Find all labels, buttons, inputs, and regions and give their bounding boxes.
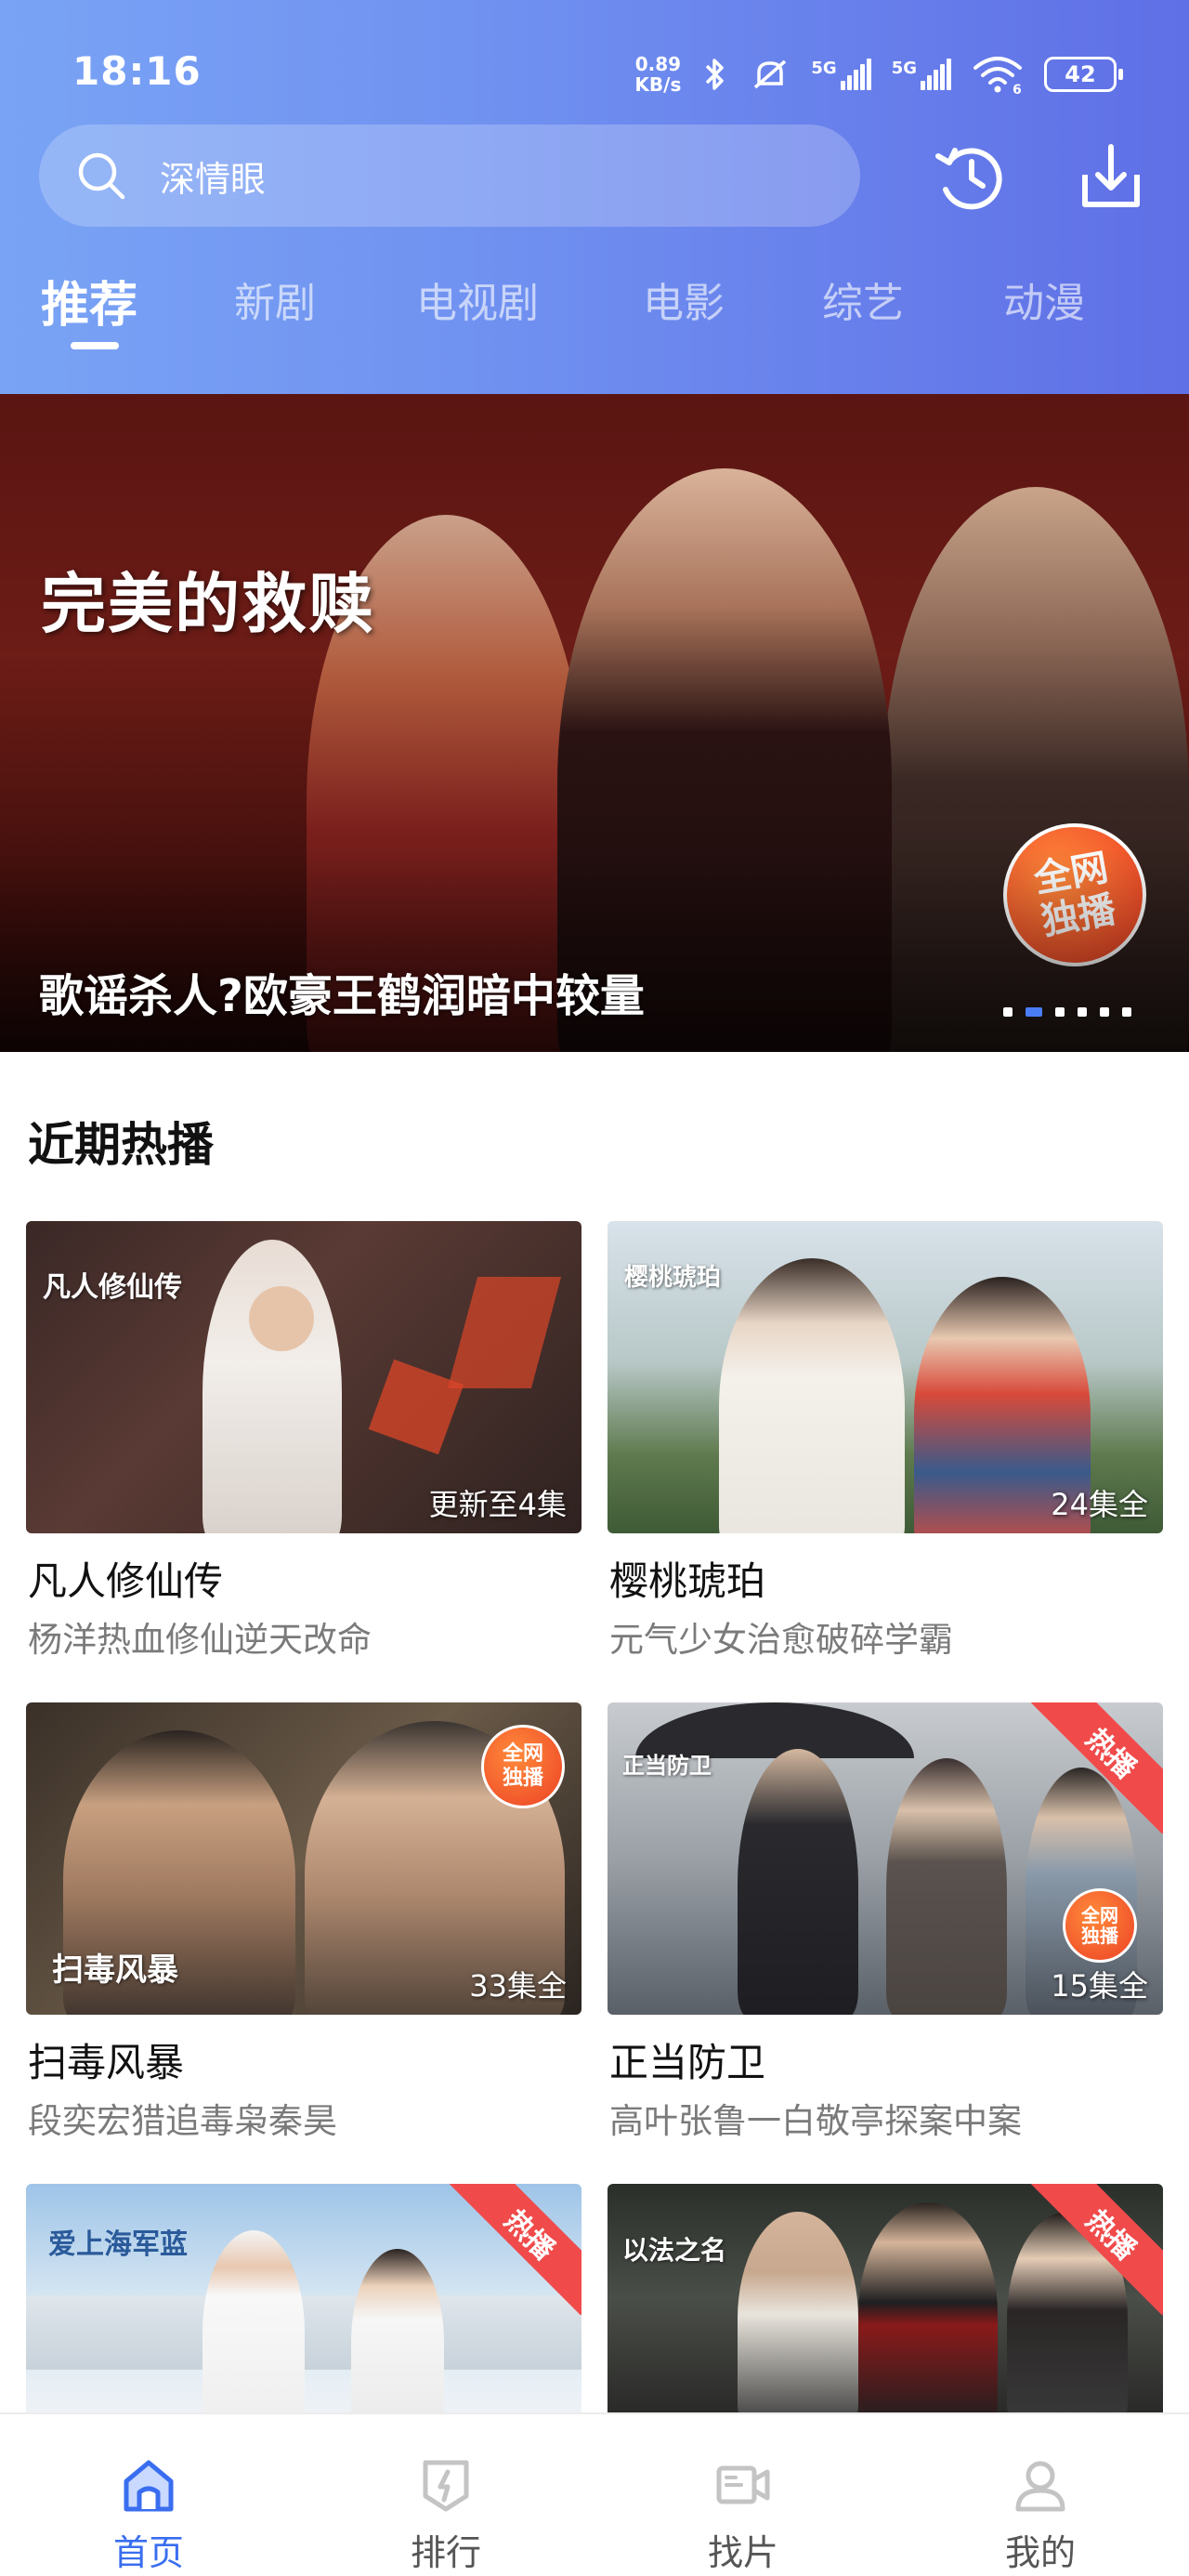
exclusive-badge-line2: 独播 — [502, 1767, 543, 1790]
show-card-fanren[interactable]: 凡人修仙传 更新至4集 凡人修仙传 杨洋热血修仙逆天改命 — [26, 1221, 581, 1660]
exclusive-badge-line2: 独播 — [1081, 1925, 1118, 1947]
mute-icon — [754, 59, 787, 89]
download-icon[interactable] — [1072, 138, 1150, 216]
show-card-yifa[interactable]: 以法之名 热播 — [608, 2184, 1163, 2412]
hero-banner[interactable]: 完美的救赎 全网 独播 歌谣杀人?欧豪王鹤润暗中较量 — [0, 394, 1189, 1052]
show-logo: 爱上海军蓝 — [48, 2228, 188, 2261]
tab-anime[interactable]: 动漫 — [1003, 269, 1085, 329]
video-search-icon — [716, 2465, 770, 2504]
show-thumbnail: 正当防卫 全网 独播 热播 15集全 — [608, 1702, 1163, 2015]
status-time: 18:16 — [72, 48, 202, 94]
history-icon[interactable] — [931, 138, 1009, 216]
tab-tv-series[interactable]: 电视剧 — [416, 269, 539, 329]
status-icons: 0.89 KB/s 5G 5G 6 42 — [634, 48, 1123, 100]
battery-level: 42 — [1065, 61, 1096, 87]
pagination-dot — [1055, 1007, 1065, 1017]
episode-count: 15集全 — [1051, 1968, 1148, 2004]
show-thumbnail: 扫毒风暴 全网 独播 33集全 — [26, 1702, 581, 2015]
show-subtitle: 高叶张鲁一白敬亭探案中案 — [609, 2101, 1022, 2141]
episode-count: 24集全 — [1051, 1487, 1148, 1522]
pagination-dot — [1100, 1007, 1109, 1017]
profile-icon — [1015, 2461, 1065, 2512]
signal-2-icon: 5G — [892, 59, 951, 90]
banner-caption: 歌谣杀人?欧豪王鹤润暗中较量 — [39, 970, 645, 1022]
category-tabs: 推荐 新剧 电视剧 电影 综艺 动漫 — [0, 269, 1189, 362]
pagination-dot — [1078, 1007, 1087, 1017]
header: 18:16 0.89 KB/s 5G 5G 6 42 深情眼 推荐 新剧 电视剧… — [0, 0, 1189, 394]
tab-recommend[interactable]: 推荐 — [41, 266, 137, 335]
show-logo: 以法之名 — [622, 2235, 727, 2266]
pagination-dot-active — [1026, 1007, 1042, 1017]
bluetooth-icon — [706, 59, 725, 90]
show-card-zhengdang[interactable]: 正当防卫 全网 独播 热播 15集全 正当防卫 高叶张鲁一白敬亭探案中案 — [608, 1702, 1163, 2141]
exclusive-badge-line1: 全网 — [502, 1742, 543, 1766]
nav-ranking[interactable]: 排行 — [297, 2414, 594, 2576]
tab-variety[interactable]: 综艺 — [822, 269, 904, 329]
section-title: 近期热播 — [28, 1118, 214, 1172]
show-thumbnail: 凡人修仙传 更新至4集 — [26, 1221, 581, 1533]
show-logo: 凡人修仙传 — [43, 1271, 182, 1304]
ranking-icon — [423, 2460, 469, 2512]
show-logo: 樱桃琥珀 — [624, 1264, 722, 1292]
exclusive-badge: 全网 独播 — [1063, 1888, 1137, 1963]
signal-1-tag: 5G — [811, 59, 837, 78]
search-input[interactable]: 深情眼 — [39, 125, 860, 227]
home-icon — [124, 2460, 174, 2512]
show-title: 樱桃琥珀 — [609, 1558, 766, 1604]
nav-label: 排行 — [410, 2532, 481, 2573]
search-icon — [78, 152, 125, 200]
nav-label: 我的 — [1004, 2532, 1076, 2573]
show-thumbnail: 樱桃琥珀 24集全 — [608, 1221, 1163, 1533]
show-logo: 扫毒风暴 — [52, 1952, 178, 1989]
net-speed-value: 0.89 — [634, 53, 682, 75]
battery-icon: 42 — [1044, 57, 1123, 92]
episode-count: 33集全 — [469, 1968, 567, 2004]
show-thumbnail: 以法之名 热播 — [608, 2184, 1163, 2412]
pagination-dot — [1122, 1007, 1131, 1017]
nav-profile[interactable]: 我的 — [892, 2414, 1189, 2576]
wifi-tag: 6 — [1013, 83, 1022, 94]
exclusive-badge: 全网 独播 — [481, 1725, 565, 1808]
show-title: 凡人修仙传 — [28, 1558, 224, 1604]
tab-new-drama[interactable]: 新剧 — [234, 269, 316, 329]
nav-label: 首页 — [112, 2532, 184, 2573]
show-title: 正当防卫 — [609, 2040, 766, 2085]
show-subtitle: 元气少女治愈破碎学霸 — [609, 1620, 953, 1660]
show-card-yingtao[interactable]: 樱桃琥珀 24集全 樱桃琥珀 元气少女治愈破碎学霸 — [608, 1221, 1163, 1660]
banner-pagination — [1003, 1007, 1131, 1017]
show-subtitle: 段奕宏猎追毒枭秦昊 — [28, 2101, 337, 2141]
exclusive-badge-line1: 全网 — [1081, 1904, 1118, 1926]
tab-movie[interactable]: 电影 — [643, 269, 725, 329]
net-speed-unit: KB/s — [634, 73, 682, 96]
show-card-saodu[interactable]: 扫毒风暴 全网 独播 33集全 扫毒风暴 段奕宏猎追毒枭秦昊 — [26, 1702, 581, 2141]
search-text: 深情眼 — [160, 158, 267, 200]
pagination-dot — [1003, 1007, 1013, 1017]
nav-home[interactable]: 首页 — [0, 2414, 297, 2576]
signal-2-tag: 5G — [891, 59, 917, 78]
show-card-haijun[interactable]: 爱上海军蓝 热播 — [26, 2184, 581, 2412]
banner-show-logo: 完美的救赎 — [41, 565, 375, 642]
show-subtitle: 杨洋热血修仙逆天改命 — [28, 1620, 372, 1660]
show-title: 扫毒风暴 — [28, 2040, 185, 2085]
show-logo: 正当防卫 — [622, 1752, 712, 1779]
show-thumbnail: 爱上海军蓝 热播 — [26, 2184, 581, 2412]
nav-label: 找片 — [707, 2532, 778, 2573]
bottom-nav: 首页 排行 找片 我的 — [0, 2412, 1189, 2576]
net-speed: 0.89 KB/s — [634, 54, 681, 95]
wifi-icon: 6 — [973, 57, 1022, 94]
signal-1-icon: 5G — [811, 59, 871, 90]
episode-count: 更新至4集 — [428, 1487, 567, 1522]
tab-indicator — [71, 342, 119, 349]
nav-find-video[interactable]: 找片 — [594, 2414, 892, 2576]
